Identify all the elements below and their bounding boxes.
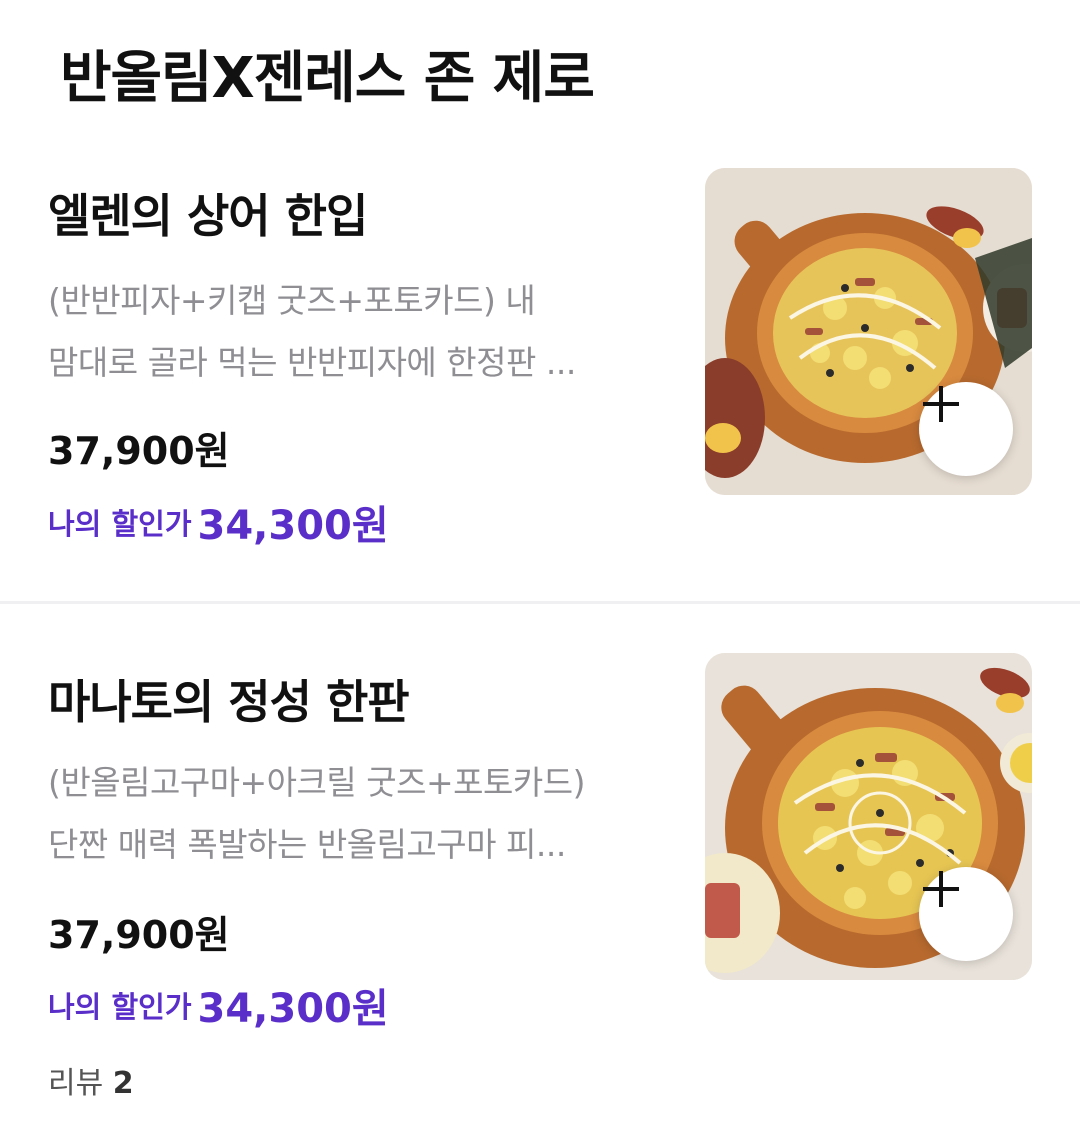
plus-icon bbox=[923, 871, 959, 907]
discount-price-row: 나의 할인가 34,300원 bbox=[48, 976, 389, 1034]
discount-label: 나의 할인가 bbox=[48, 990, 192, 1024]
item-description-line-1: (반반피자+키캡 굿즈+포토카드) 내 bbox=[48, 281, 536, 320]
pizza-image[interactable] bbox=[705, 168, 1032, 495]
add-to-cart-button[interactable] bbox=[919, 867, 1013, 961]
review-count: 2 bbox=[112, 1066, 134, 1101]
discount-price-row: 나의 할인가 34,300원 bbox=[48, 493, 389, 551]
item-price: 37,900원 bbox=[48, 429, 230, 473]
item-description: (반올림고구마+아크릴 굿즈+포토카드) 단짠 매력 폭발하는 반올림고구마 피… bbox=[48, 752, 678, 876]
pizza-image[interactable] bbox=[705, 653, 1032, 980]
discount-label: 나의 할인가 bbox=[48, 507, 192, 541]
item-description-line-2: 단짠 매력 폭발하는 반올림고구마 피... bbox=[48, 825, 566, 864]
section-title: 반올림X젠레스 존 제로 bbox=[60, 46, 595, 111]
item-description-line-2: 맘대로 골라 먹는 반반피자에 한정판 ... bbox=[48, 343, 576, 382]
plus-icon bbox=[923, 386, 959, 422]
menu-item-ellen[interactable]: 엘렌의 상어 한입 (반반피자+키캡 굿즈+포토카드) 내 맘대로 골라 먹는 … bbox=[0, 160, 1080, 600]
item-price: 37,900원 bbox=[48, 913, 230, 957]
item-description: (반반피자+키캡 굿즈+포토카드) 내 맘대로 골라 먹는 반반피자에 한정판 … bbox=[48, 270, 678, 394]
review-count-link[interactable]: 리뷰 2 bbox=[48, 1058, 134, 1102]
discount-price: 34,300원 bbox=[197, 503, 389, 549]
item-name: 마나토의 정성 한판 bbox=[48, 675, 410, 729]
item-name: 엘렌의 상어 한입 bbox=[48, 189, 368, 243]
divider bbox=[0, 601, 1080, 604]
add-to-cart-button[interactable] bbox=[919, 382, 1013, 476]
menu-item-manato[interactable]: 마나토의 정성 한판 (반올림고구마+아크릴 굿즈+포토카드) 단짠 매력 폭발… bbox=[0, 606, 1080, 1145]
item-description-line-1: (반올림고구마+아크릴 굿즈+포토카드) bbox=[48, 763, 585, 802]
discount-price: 34,300원 bbox=[197, 986, 389, 1032]
review-label: 리뷰 bbox=[48, 1066, 104, 1101]
